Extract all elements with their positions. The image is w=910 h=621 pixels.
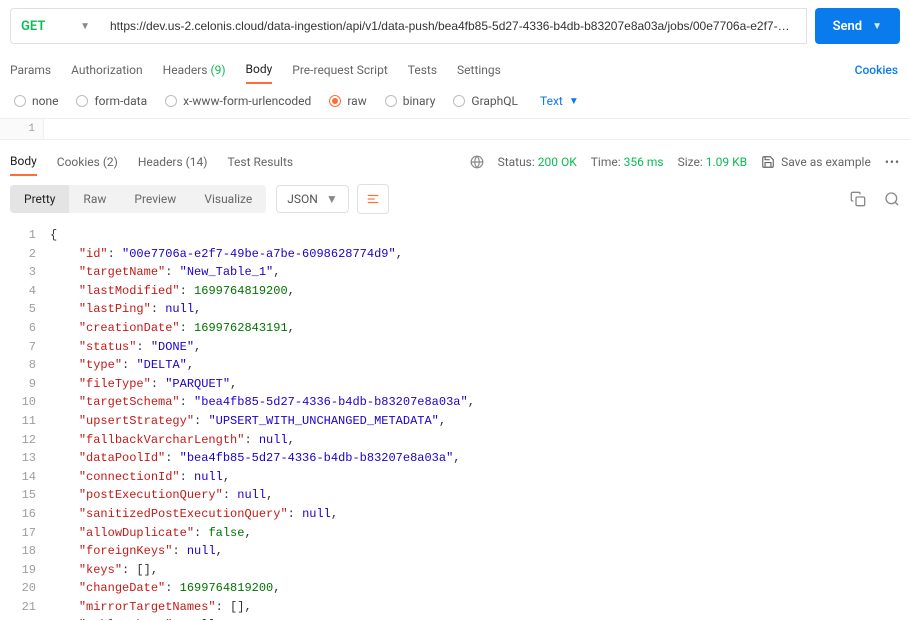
resp-headers-count: (14) — [186, 155, 208, 169]
body-text-type-select[interactable]: Text ▼ — [540, 94, 579, 108]
headers-count: (9) — [210, 63, 225, 77]
view-preview[interactable]: Preview — [120, 185, 190, 213]
tab-params[interactable]: Params — [10, 57, 51, 83]
request-editor-gutter: 1 — [0, 119, 44, 139]
send-button[interactable]: Send ▼ — [815, 8, 900, 44]
wrap-icon — [366, 192, 380, 206]
radio-binary[interactable]: binary — [385, 94, 436, 108]
tab-authorization[interactable]: Authorization — [71, 57, 143, 83]
resp-tab-cookies[interactable]: Cookies (2) — [57, 149, 118, 175]
radio-none[interactable]: none — [14, 94, 58, 108]
view-pretty[interactable]: Pretty — [10, 185, 69, 213]
cookies-link[interactable]: Cookies — [855, 63, 898, 77]
chevron-down-icon: ▼ — [872, 21, 882, 32]
chevron-down-icon: ▼ — [569, 96, 579, 107]
resp-cookies-label: Cookies — [57, 155, 100, 169]
http-method-label: GET — [21, 19, 45, 34]
resp-tab-tests[interactable]: Test Results — [227, 149, 293, 175]
request-body-editor[interactable] — [44, 119, 910, 139]
radio-none-label: none — [32, 94, 58, 108]
resp-tab-body[interactable]: Body — [10, 148, 37, 176]
radio-raw[interactable]: raw — [329, 94, 366, 108]
wrap-lines-button[interactable] — [357, 184, 389, 214]
url-input[interactable] — [100, 8, 807, 44]
radio-graphql[interactable]: GraphQL — [453, 94, 518, 108]
size-block: Size: 1.09 KB — [678, 155, 748, 169]
radio-form-data[interactable]: form-data — [76, 94, 147, 108]
radio-binary-label: binary — [403, 94, 436, 108]
tab-prerequest[interactable]: Pre-request Script — [292, 57, 387, 83]
chevron-down-icon: ▼ — [326, 192, 338, 206]
tab-headers[interactable]: Headers (9) — [163, 57, 226, 83]
response-gutter: 1234567891011121314151617181920212223242… — [0, 222, 44, 620]
time-block: Time: 356 ms — [591, 155, 664, 169]
tab-tests[interactable]: Tests — [408, 57, 437, 83]
view-raw[interactable]: Raw — [69, 185, 120, 213]
chevron-down-icon: ▼ — [80, 21, 90, 32]
resp-cookies-count: (2) — [103, 155, 118, 169]
radio-form-label: form-data — [94, 94, 147, 108]
view-visualize[interactable]: Visualize — [190, 185, 266, 213]
send-button-label: Send — [833, 19, 863, 34]
tab-settings[interactable]: Settings — [457, 57, 501, 83]
format-select[interactable]: JSON ▼ — [276, 185, 348, 213]
radio-raw-label: raw — [347, 94, 366, 108]
resp-headers-label: Headers — [138, 155, 183, 169]
radio-graphql-label: GraphQL — [471, 94, 518, 108]
save-example-label: Save as example — [781, 155, 871, 169]
status-block: Status: 200 OK — [498, 155, 577, 169]
radio-xwww[interactable]: x-www-form-urlencoded — [165, 94, 311, 108]
tab-body[interactable]: Body — [246, 56, 273, 84]
http-method-select[interactable]: GET ▼ — [10, 8, 100, 44]
radio-xwww-label: x-www-form-urlencoded — [183, 94, 311, 108]
search-icon — [884, 191, 900, 207]
view-mode-segment: Pretty Raw Preview Visualize — [10, 185, 266, 213]
copy-icon — [850, 191, 866, 207]
response-body[interactable]: { "id": "00e7706a-e2f7-49be-a7be-6098628… — [44, 222, 910, 620]
text-type-label: Text — [540, 94, 563, 108]
save-as-example-button[interactable]: Save as example — [761, 155, 871, 169]
globe-icon[interactable] — [470, 155, 484, 169]
save-icon — [761, 155, 775, 169]
format-label: JSON — [287, 192, 318, 206]
more-icon[interactable]: ••• — [885, 155, 900, 169]
tab-headers-label: Headers — [163, 63, 208, 77]
resp-tab-headers[interactable]: Headers (14) — [138, 149, 208, 175]
copy-button[interactable] — [850, 191, 866, 207]
search-button[interactable] — [884, 191, 900, 207]
